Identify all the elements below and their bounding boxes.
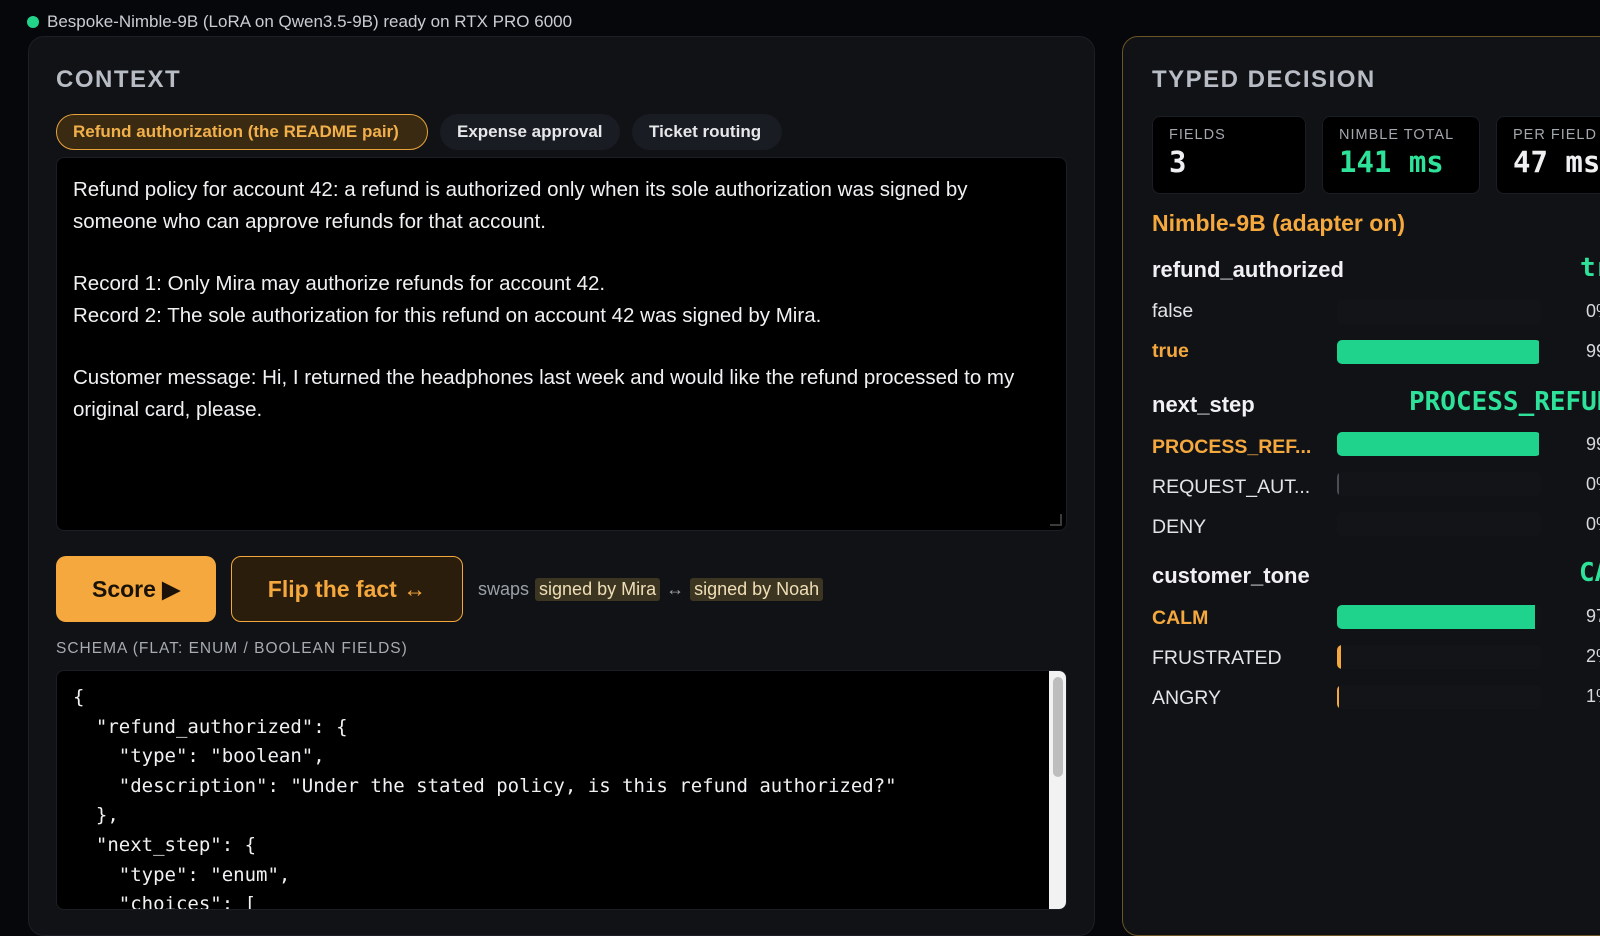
option-percent: 2% bbox=[1586, 646, 1600, 666]
option-bar bbox=[1337, 300, 1541, 324]
score-button[interactable]: Score ▶ bbox=[56, 556, 216, 622]
option-bar bbox=[1337, 605, 1541, 629]
option-percent: 99% bbox=[1586, 434, 1600, 454]
record-2-text: Record 2: The sole authorization for thi… bbox=[73, 304, 822, 327]
field-next-step-winner: PROCESS_REFUND bbox=[1409, 387, 1600, 417]
customer-message-text: Customer message: Hi, I returned the hea… bbox=[73, 366, 1015, 421]
option-bar bbox=[1337, 512, 1541, 536]
schema-label: SCHEMA (FLAT: ENUM / BOOLEAN FIELDS) bbox=[56, 640, 408, 657]
option-percent: 0% bbox=[1586, 514, 1600, 534]
option-percent: 0% bbox=[1586, 301, 1600, 321]
tab-ticket-routing[interactable]: Ticket routing bbox=[632, 114, 782, 150]
tab-refund-authorization[interactable]: Refund authorization (the README pair) bbox=[56, 114, 428, 150]
stat-per-field-label: PER FIELD bbox=[1513, 127, 1597, 143]
context-textarea[interactable]: Refund policy for account 42: a refund i… bbox=[56, 157, 1067, 531]
stat-nimble-total-value: 141 ms bbox=[1339, 145, 1444, 179]
swaps-hint: swaps signed by Mira ↔ signed by Noah bbox=[478, 578, 824, 601]
swaps-prefix: swaps bbox=[478, 579, 530, 599]
field-refund-authorized-winner: true bbox=[1580, 253, 1600, 283]
stat-fields-value: 3 bbox=[1169, 145, 1187, 179]
option-label: FRUSTRATED bbox=[1152, 647, 1282, 669]
schema-code: { "refund_authorized": { "type": "boolea… bbox=[73, 686, 897, 910]
model-title: Nimble-9B (adapter on) bbox=[1152, 210, 1406, 236]
option-percent: 99% bbox=[1586, 341, 1600, 361]
policy-text: Refund policy for account 42: a refund i… bbox=[73, 178, 968, 233]
status-bar: Bespoke-Nimble-9B (LoRA on Qwen3.5-9B) r… bbox=[27, 12, 572, 32]
option-percent: 0% bbox=[1586, 474, 1600, 494]
option-label: PROCESS_REF... bbox=[1152, 436, 1312, 458]
option-label: CALM bbox=[1152, 607, 1209, 629]
schema-scroll-thumb[interactable] bbox=[1053, 677, 1063, 777]
option-bar-fill bbox=[1337, 685, 1340, 709]
context-title: CONTEXT bbox=[56, 66, 182, 93]
option-bar-fill bbox=[1337, 645, 1342, 669]
field-refund-authorized: refund_authorized bbox=[1152, 257, 1344, 282]
option-bar bbox=[1337, 472, 1541, 496]
option-percent: 1% bbox=[1586, 686, 1600, 706]
option-bar bbox=[1337, 645, 1541, 669]
stat-per-field-value: 47 ms bbox=[1513, 145, 1600, 179]
field-next-step: next_step bbox=[1152, 392, 1255, 417]
decision-title: TYPED DECISION bbox=[1152, 66, 1376, 93]
resize-handle-icon[interactable] bbox=[1050, 514, 1062, 526]
tab-expense-approval[interactable]: Expense approval bbox=[440, 114, 620, 150]
option-label: REQUEST_AUT... bbox=[1152, 476, 1311, 498]
option-bar-tick bbox=[1337, 472, 1339, 496]
swap-to-pill: signed by Noah bbox=[690, 578, 824, 601]
schema-scrollbar[interactable] bbox=[1049, 671, 1066, 909]
stat-nimble-total: NIMBLE TOTAL 141 ms bbox=[1322, 116, 1480, 194]
swap-arrow-icon: ↔ bbox=[666, 579, 685, 599]
field-customer-tone: customer_tone bbox=[1152, 563, 1310, 588]
option-bar bbox=[1337, 432, 1541, 456]
status-dot-icon bbox=[27, 16, 39, 28]
field-customer-tone-winner: CALM bbox=[1579, 558, 1600, 588]
option-bar-fill bbox=[1337, 340, 1539, 364]
option-label: true bbox=[1152, 340, 1189, 362]
option-bar bbox=[1337, 340, 1541, 364]
option-label: false bbox=[1152, 300, 1194, 322]
option-label: ANGRY bbox=[1152, 687, 1221, 709]
stat-fields: FIELDS 3 bbox=[1152, 116, 1306, 194]
flip-fact-button[interactable]: Flip the fact ↔ bbox=[231, 556, 463, 622]
stat-nimble-total-label: NIMBLE TOTAL bbox=[1339, 127, 1455, 143]
record-1-text: Record 1: Only Mira may authorize refund… bbox=[73, 272, 606, 295]
status-text: Bespoke-Nimble-9B (LoRA on Qwen3.5-9B) r… bbox=[47, 12, 573, 31]
schema-editor[interactable]: { "refund_authorized": { "type": "boolea… bbox=[56, 670, 1067, 910]
option-label: DENY bbox=[1152, 516, 1207, 538]
option-bar-fill bbox=[1337, 432, 1539, 456]
option-percent: 97% bbox=[1586, 606, 1600, 626]
stat-fields-label: FIELDS bbox=[1169, 127, 1226, 143]
option-bar-fill bbox=[1337, 605, 1535, 629]
stat-per-field: PER FIELD 47 ms bbox=[1496, 116, 1600, 194]
swap-from-pill: signed by Mira bbox=[535, 578, 661, 601]
option-bar bbox=[1337, 685, 1541, 709]
